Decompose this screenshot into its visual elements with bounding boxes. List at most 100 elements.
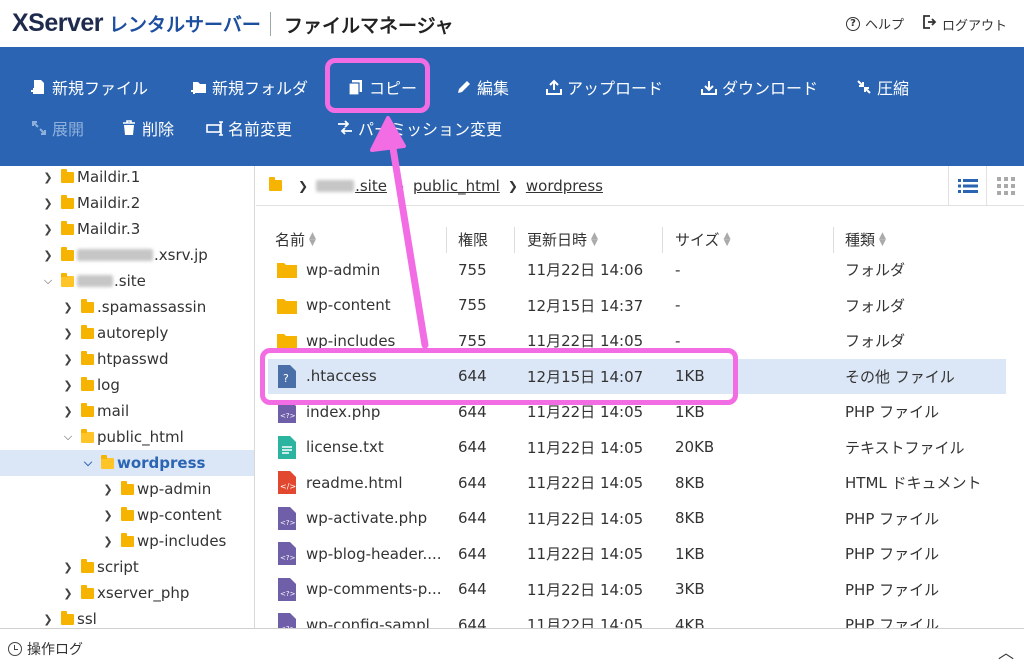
chevron-right-icon[interactable]: ❯ — [62, 353, 74, 366]
home-folder-icon[interactable] — [269, 177, 282, 191]
svg-text:<?>: <?> — [280, 554, 296, 562]
breadcrumb: ❯ .site ❯ public_html ❯ wordpress — [256, 166, 1024, 206]
tree-item[interactable]: ❯ Maildir.3 — [42, 216, 140, 242]
tree-item[interactable]: ❯ wp-includes — [102, 528, 226, 554]
compress-label: 圧縮 — [877, 79, 910, 98]
download-button[interactable]: ダウンロード — [700, 75, 818, 99]
col-header-name[interactable]: 名前 ▲ ▼ — [275, 229, 316, 250]
edit-button[interactable]: 編集 — [455, 75, 509, 99]
cell-type: PHP ファイル — [845, 616, 940, 628]
chevron-right-icon[interactable]: ❯ — [42, 171, 54, 184]
tree-item[interactable]: ❯ script — [62, 554, 138, 580]
rename-button[interactable]: 名前変更 — [206, 116, 292, 140]
xserver-logo[interactable]: XServer レンタルサーバー — [12, 9, 261, 38]
cell-date: 11月22日 14:05 — [527, 474, 644, 492]
tree-item-label: mail — [97, 402, 130, 420]
chevron-down-icon[interactable]: ⌵ — [62, 430, 74, 444]
tree-item[interactable]: ❯ wp-admin — [102, 476, 211, 502]
upload-button[interactable]: アップロード — [545, 75, 663, 99]
folder-icon — [61, 194, 74, 209]
tree-item-label: ssl — [77, 610, 97, 628]
breadcrumb-wordpress[interactable]: wordpress — [526, 177, 603, 195]
chevron-up-icon[interactable]: ︿ — [998, 639, 1014, 663]
pencil-icon — [455, 78, 473, 96]
breadcrumb-domain[interactable]: .site — [355, 177, 387, 195]
tree-item[interactable]: ❯ ssl — [42, 606, 97, 628]
chevron-right-icon[interactable]: ❯ — [102, 509, 114, 522]
help-link[interactable]: ? ヘルプ — [846, 14, 904, 33]
table-row[interactable]: license.txt 644 11月22日 14:05 20KB テキストファイル — [268, 430, 1006, 465]
chevron-right-icon[interactable]: ❯ — [62, 561, 74, 574]
chevron-right-icon[interactable]: ❯ — [102, 535, 114, 548]
new-folder-button[interactable]: 新規フォルダ — [190, 75, 308, 99]
cell-type: フォルダ — [845, 332, 906, 350]
tree-item[interactable]: ❯ xserver_php — [62, 580, 189, 606]
chevron-down-icon[interactable]: ⌵ — [42, 274, 54, 288]
col-divider[interactable] — [833, 227, 834, 253]
tree-item[interactable]: ❯ log — [62, 372, 120, 398]
cell-size: 20KB — [675, 438, 715, 456]
col-header-date[interactable]: 更新日時 ▲ ▼ — [527, 229, 598, 250]
php-file-icon: <?> — [278, 577, 296, 601]
tree-item-selected[interactable]: ⌵ wordpress — [0, 450, 254, 476]
grid-view-button[interactable] — [986, 166, 1024, 206]
tree-item[interactable]: ❯ autoreply — [62, 320, 168, 346]
chevron-right-icon[interactable]: ❯ — [62, 405, 74, 418]
compress-button[interactable]: 圧縮 — [855, 75, 909, 99]
col-divider[interactable] — [514, 227, 515, 253]
chevron-right-icon[interactable]: ❯ — [102, 483, 114, 496]
tree-item[interactable]: ⌵ .site — [42, 268, 146, 294]
breadcrumb-public-html[interactable]: public_html — [413, 177, 500, 195]
new-file-button[interactable]: 新規ファイル — [30, 75, 148, 99]
cell-perm: 644 — [458, 438, 487, 456]
cell-size: 4KB — [675, 615, 705, 629]
tree-item-label: .site — [114, 272, 146, 290]
chevron-right-icon[interactable]: ❯ — [62, 379, 74, 392]
redacted-text — [316, 179, 355, 192]
col-header-perm[interactable]: 権限 — [458, 229, 488, 250]
col-header-size[interactable]: サイズ ▲ ▼ — [675, 229, 730, 250]
delete-button[interactable]: 削除 — [120, 116, 174, 140]
chevron-right-icon[interactable]: ❯ — [42, 223, 54, 236]
logo-main-text: XServer — [12, 9, 104, 37]
extract-icon — [30, 119, 48, 137]
table-row[interactable]: <?> wp-comments-p... 644 11月22日 14:05 3KB PHP… — [268, 572, 1006, 607]
tree-item[interactable]: ❯ mail — [62, 398, 129, 424]
operation-log-bar[interactable]: 操作ログ ︿ — [0, 628, 1024, 668]
col-header-type[interactable]: 種類 ▲ ▼ — [845, 229, 886, 250]
chevron-right-icon[interactable]: ❯ — [62, 587, 74, 600]
logout-link[interactable]: ログアウト — [921, 14, 1007, 34]
table-row[interactable]: <?> wp-blog-header.... 644 11月22日 14:05 1KB P… — [268, 536, 1006, 571]
tree-item[interactable]: ❯ htpasswd — [62, 346, 168, 372]
extract-button[interactable]: 展開 — [30, 116, 84, 140]
permission-button[interactable]: パーミッション変更 — [336, 116, 502, 140]
folder-icon — [81, 324, 94, 339]
cell-type: HTML ドキュメント — [845, 474, 982, 492]
table-row[interactable]: </> readme.html 644 11月22日 14:05 8KB HTML ドキュ… — [268, 465, 1006, 500]
tree-item[interactable]: ❯ .xsrv.jp — [42, 242, 207, 268]
chevron-right-icon[interactable]: ❯ — [62, 327, 74, 340]
chevron-right-icon[interactable]: ❯ — [42, 613, 54, 626]
tree-item[interactable]: ⌵ public_html — [62, 424, 184, 450]
table-row[interactable]: wp-admin 755 11月22日 14:06 - フォルダ — [268, 252, 1006, 287]
cell-perm: 644 — [458, 509, 487, 527]
cell-type: その他 ファイル — [845, 367, 955, 386]
tree-item[interactable]: ❯ .spamassassin — [62, 294, 206, 320]
table-row[interactable]: wp-content 755 12月15日 14:37 - フォルダ — [268, 288, 1006, 323]
chevron-down-icon[interactable]: ⌵ — [82, 456, 94, 470]
tree-item-label: log — [97, 376, 120, 394]
col-divider[interactable] — [446, 227, 447, 253]
download-label: ダウンロード — [722, 79, 819, 98]
tree-item[interactable]: ❯ Maildir.2 — [42, 190, 140, 216]
list-view-button[interactable] — [948, 166, 986, 206]
folder-icon — [121, 506, 134, 521]
chevron-right-icon[interactable]: ❯ — [42, 249, 54, 262]
list-view-icon — [957, 179, 978, 193]
tree-item[interactable]: ❯ Maildir.1 — [42, 166, 140, 190]
tree-item[interactable]: ❯ wp-content — [102, 502, 221, 528]
col-divider[interactable] — [662, 227, 663, 253]
chevron-right-icon[interactable]: ❯ — [42, 197, 54, 210]
table-row[interactable]: <?> wp-activate.php 644 11月22日 14:05 8KB PHP … — [268, 501, 1006, 536]
table-row[interactable]: <?> wp-config-sampl 644 11月22日 14:05 4KB PHP … — [268, 607, 1006, 628]
chevron-right-icon[interactable]: ❯ — [62, 301, 74, 314]
